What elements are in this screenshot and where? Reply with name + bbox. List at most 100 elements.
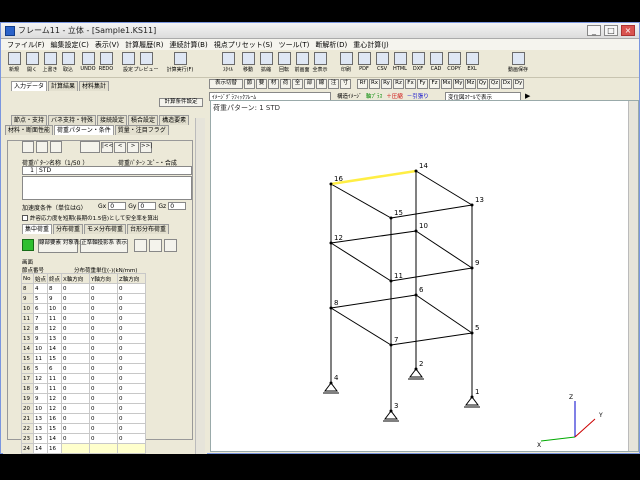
clear-icon[interactable] <box>164 239 177 252</box>
table-cell[interactable]: 21 <box>21 413 34 424</box>
table-cell[interactable]: 0 <box>61 383 91 394</box>
table-cell[interactable]: 0 <box>89 363 119 374</box>
tab-stack[interactable]: 積合設定 <box>128 115 159 125</box>
tab-results[interactable]: 計算結果 <box>48 81 79 91</box>
compression-option[interactable]: ＋圧縮 <box>386 92 403 100</box>
table-row[interactable]: 21 13 16 0 0 0 <box>21 413 147 424</box>
table-cell[interactable]: 23 <box>21 433 34 444</box>
table-cell[interactable]: 16 <box>47 443 63 454</box>
table-cell[interactable]: 0 <box>61 313 91 324</box>
table-cell[interactable]: 0 <box>117 293 147 304</box>
tab-nodes[interactable]: 節点・支持 <box>11 115 48 125</box>
table-cell[interactable]: 0 <box>61 373 91 384</box>
table-cell[interactable]: 8 <box>21 283 34 294</box>
view-toggle-button[interactable]: 材 <box>268 79 279 89</box>
table-cell[interactable]: 0 <box>117 353 147 364</box>
table-cell[interactable]: 0 <box>61 303 91 314</box>
table-cell[interactable]: 0 <box>89 313 119 324</box>
table-cell[interactable]: 6 <box>32 303 49 314</box>
tab-sections[interactable]: 材料・断面性能 <box>5 125 54 135</box>
table-cell[interactable]: 13 <box>32 423 49 434</box>
tab-point-load[interactable]: 集中荷重 <box>22 224 53 234</box>
excel-icon[interactable] <box>22 239 34 251</box>
table-cell[interactable]: 10 <box>21 303 34 314</box>
minimize-button[interactable]: _ <box>587 25 601 36</box>
table-cell[interactable]: 0 <box>61 293 91 304</box>
table-row[interactable]: 12 8 12 0 0 0 <box>21 323 147 334</box>
tab-distributed-load[interactable]: 分布荷重 <box>53 224 84 234</box>
gy-input[interactable]: 0 <box>138 202 157 210</box>
toolbar-style-button[interactable]: ｽﾀｲﾙ <box>219 51 237 77</box>
force-toggle-button[interactable]: Qz <box>489 79 500 89</box>
maximize-button[interactable]: □ <box>604 25 618 36</box>
toolbar-undo-button[interactable]: UNDO <box>79 51 97 77</box>
table-row[interactable]: 23 13 14 0 0 0 <box>21 433 147 444</box>
gx-input[interactable]: 0 <box>108 202 127 210</box>
table-cell[interactable]: 13 <box>32 413 49 424</box>
projection-display-button[interactable]: 正準軸投影系 表示 <box>80 239 128 253</box>
table-row[interactable]: 959000 <box>21 293 147 304</box>
table-cell[interactable]: 0 <box>89 393 119 404</box>
force-toggle-button[interactable]: Mx <box>441 79 452 89</box>
toolbar-csv-button[interactable]: CSV <box>373 51 391 77</box>
table-cell[interactable]: 9 <box>32 383 49 394</box>
gz-input[interactable]: 0 <box>168 202 187 210</box>
view-toggle-button[interactable]: 節 <box>244 79 255 89</box>
toolbar-pdf-button[interactable]: PDF <box>355 51 373 77</box>
table-cell[interactable]: 8 <box>47 283 63 294</box>
tension-option[interactable]: 軸ﾌﾟﾗｽ <box>366 92 383 100</box>
toolbar-movie-button[interactable]: 動画保存 <box>508 51 528 77</box>
toolbar-calc-button[interactable]: 計算実行(F) <box>167 51 193 77</box>
view-toggle-button[interactable]: 全 <box>292 79 303 89</box>
table-cell[interactable] <box>117 443 147 454</box>
table-cell[interactable]: 0 <box>117 343 147 354</box>
table-cell[interactable]: 14 <box>47 343 63 354</box>
view-toggle-button[interactable]: 要 <box>256 79 267 89</box>
tab-springs[interactable]: バネ支持・特殊 <box>48 115 97 125</box>
table-cell[interactable]: 0 <box>89 303 119 314</box>
copy-icon[interactable] <box>134 239 147 252</box>
force-toggle-button[interactable]: Dx <box>501 79 512 89</box>
view-toggle-button[interactable]: 注 <box>328 79 339 89</box>
table-cell[interactable]: 0 <box>89 403 119 414</box>
table-cell[interactable]: 14 <box>21 343 34 354</box>
table-cell[interactable]: 14 <box>32 443 49 454</box>
table-cell[interactable]: 19 <box>21 393 34 404</box>
table-cell[interactable]: 0 <box>89 343 119 354</box>
toolbar-open-button[interactable]: 開く <box>23 51 41 77</box>
table-cell[interactable]: 0 <box>89 373 119 384</box>
table-cell[interactable]: 9 <box>32 333 49 344</box>
member-display-button[interactable]: 線部要素 対象表示 <box>38 239 85 253</box>
insert-icon[interactable] <box>80 141 100 153</box>
toolbar-settings-button[interactable]: 設定 <box>119 51 137 77</box>
toolbar-move-button[interactable]: 移動 <box>239 51 257 77</box>
table-cell[interactable]: 0 <box>89 433 119 444</box>
table-cell[interactable]: 4 <box>32 283 49 294</box>
table-row[interactable]: 24 14 16 <box>21 443 147 454</box>
prev-button[interactable]: < <box>114 142 126 153</box>
table-cell[interactable]: 0 <box>89 383 119 394</box>
menu-tools[interactable]: ツール(T) <box>279 40 310 50</box>
table-cell[interactable]: 11 <box>21 313 34 324</box>
toolbar-preview-button[interactable]: プレビュー <box>134 51 159 77</box>
toolbar-new-file-button[interactable]: 新規 <box>5 51 23 77</box>
table-cell[interactable]: 12 <box>47 393 63 404</box>
table-cell[interactable]: 16 <box>47 413 63 424</box>
last-button[interactable]: >>| <box>140 142 152 153</box>
table-cell[interactable]: 11 <box>32 353 49 364</box>
view-toggle-button[interactable]: 寸 <box>340 79 351 89</box>
menu-viewpoint[interactable]: 視点プリセット(S) <box>214 40 273 50</box>
table-cell[interactable]: 11 <box>47 383 63 394</box>
table-cell[interactable]: 0 <box>117 403 147 414</box>
toolbar-import-button[interactable]: 取込 <box>59 51 77 77</box>
table-cell[interactable]: 0 <box>61 323 91 334</box>
table-cell[interactable]: 0 <box>61 403 91 414</box>
table-row[interactable]: 11 7 11 0 0 0 <box>21 313 147 324</box>
table-cell[interactable]: 13 <box>47 333 63 344</box>
table-cell[interactable]: 12 <box>32 373 49 384</box>
force-toggle-button[interactable]: Fx <box>405 79 416 89</box>
table-cell[interactable]: 15 <box>47 353 63 364</box>
table-cell[interactable]: 0 <box>89 423 119 434</box>
table-cell[interactable]: 5 <box>32 293 49 304</box>
table-cell[interactable]: 11 <box>47 313 63 324</box>
